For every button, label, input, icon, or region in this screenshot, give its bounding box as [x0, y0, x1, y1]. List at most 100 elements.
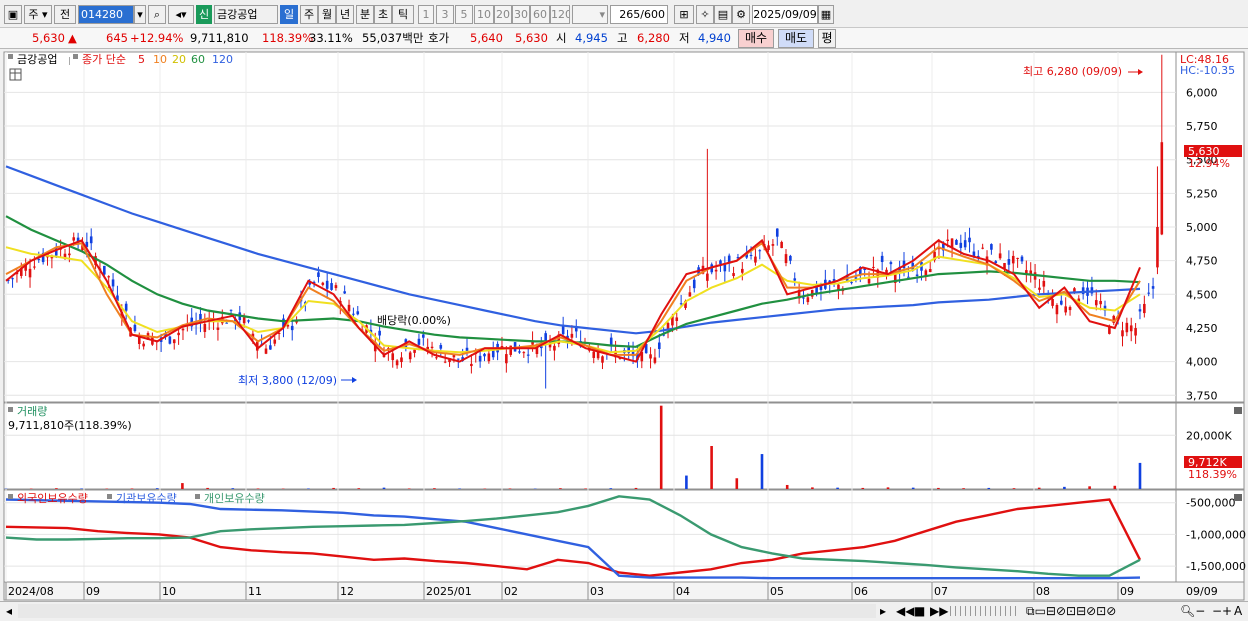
candle-body — [946, 239, 949, 242]
scroll-left-icon[interactable]: ◂ — [6, 604, 12, 618]
volume-bar — [382, 487, 386, 489]
candle-body — [780, 241, 783, 249]
legend-ma20[interactable]: 20 — [172, 53, 186, 66]
legend-ma10[interactable]: 10 — [153, 53, 167, 66]
save-icon[interactable]: ▤ — [714, 5, 732, 24]
volume-bar — [433, 488, 436, 489]
legend-stock-name[interactable]: 금강공업 — [17, 53, 57, 66]
candle-body — [435, 357, 438, 359]
chart-settings-icon[interactable]: ⊞ — [674, 5, 694, 24]
dividend-annotation: 배당락(0.00%) — [377, 314, 451, 327]
volume-close-icon[interactable] — [1234, 407, 1242, 414]
up-arrow-icon: ▲ — [68, 31, 77, 45]
period-week-button[interactable]: 주 — [300, 5, 318, 24]
period-second-button[interactable]: 초 — [374, 5, 392, 24]
period-year-button[interactable]: 년 — [336, 5, 354, 24]
minute-20-button[interactable]: 20 — [494, 5, 512, 24]
prev-button[interactable]: 전 — [54, 5, 76, 24]
minute-30-button[interactable]: 30 — [512, 5, 530, 24]
volume-bar — [130, 488, 134, 489]
legend-ma-type[interactable]: 종가 단순 — [82, 53, 126, 66]
candle-body — [321, 282, 325, 285]
institution-legend[interactable]: 기관보유수량 — [116, 492, 177, 505]
legend-ma5[interactable]: 5 — [138, 53, 145, 66]
data-count-field[interactable]: 265/600 — [610, 5, 668, 24]
candle-body — [955, 239, 958, 245]
eval-button[interactable]: 평 — [818, 29, 836, 48]
candle-body — [168, 336, 172, 344]
candle-body — [487, 353, 491, 362]
overlay-icon[interactable]: ✧ — [696, 5, 714, 24]
stock-chart[interactable]: 3,7504,0004,2504,5004,7505,0005,2505,500… — [0, 49, 1248, 601]
candle-body — [758, 250, 762, 252]
date-field[interactable]: 2025/09/09 — [752, 5, 818, 24]
minute-120-button[interactable]: 120 — [550, 5, 570, 24]
candle-body — [33, 266, 36, 268]
volume-bar — [407, 488, 411, 489]
period-minute-button[interactable]: 분 — [356, 5, 374, 24]
candle-body — [706, 273, 709, 281]
zoom-out-icon[interactable]: 🔍︎− — [1180, 604, 1205, 618]
candle-body — [269, 345, 272, 350]
custom-minute-select[interactable]: ▾ — [572, 5, 608, 24]
period-tick-button[interactable]: 틱 — [392, 5, 414, 24]
date-tick-label: 09 — [1120, 585, 1134, 598]
foreign-legend[interactable]: 외국인보유수량 — [17, 492, 88, 505]
candle-body — [553, 345, 556, 351]
individual-legend[interactable]: 개인보유수량 — [204, 492, 265, 505]
market-select[interactable]: 주 ▾ — [24, 5, 52, 24]
tool-icons[interactable]: ⧉▭⊟⊘⊡⊟⊘⊡⊘ — [1026, 604, 1116, 618]
minute-1-button[interactable]: 1 — [418, 5, 434, 24]
low-annotation: 최저 3,800 (12/09) — [238, 374, 337, 387]
period-month-button[interactable]: 월 — [318, 5, 336, 24]
candle-body — [417, 338, 421, 345]
minute-5-button[interactable]: 5 — [455, 5, 473, 24]
scroll-track[interactable] — [18, 604, 876, 618]
trade-amount: 55,037백만 — [362, 31, 424, 45]
volume-legend-marker — [8, 407, 13, 412]
minute-3-button[interactable]: 3 — [436, 5, 454, 24]
legend-ma60[interactable]: 60 — [191, 53, 205, 66]
volume-title[interactable]: 거래량 — [17, 405, 47, 418]
holdings-close-icon[interactable] — [1234, 494, 1242, 501]
legend-ma120[interactable]: 120 — [212, 53, 233, 66]
buy-button[interactable]: 매수 — [738, 29, 774, 48]
horizontal-scrollbar[interactable]: ◂ ▸ ◀◀ ■ ▶▶ ⧉▭⊟⊘⊡⊟⊘⊡⊘ 🔍︎− − + A — [0, 601, 1248, 621]
minus-icon[interactable]: − — [1212, 604, 1222, 618]
code-dropdown-icon[interactable]: ▾ — [134, 5, 146, 24]
minute-60-button[interactable]: 60 — [530, 5, 550, 24]
price-change: 645 — [106, 31, 128, 45]
stock-code-input[interactable]: 014280 — [78, 5, 134, 24]
price-change-pct: +12.94% — [130, 31, 184, 45]
zoom-slider[interactable] — [950, 606, 1020, 616]
font-size-icon[interactable]: A — [1234, 604, 1242, 618]
volume-bar — [181, 483, 184, 489]
calendar-icon[interactable]: ▦ — [818, 5, 834, 24]
scroll-right-icon[interactable]: ▸ — [880, 604, 886, 618]
candle-body — [1156, 227, 1159, 268]
price-tick-label: 4,750 — [1186, 255, 1218, 268]
candle-body — [771, 244, 775, 246]
candle-body — [518, 351, 521, 353]
forward-icon[interactable]: ▶▶ — [930, 604, 948, 618]
sell-button[interactable]: 매도 — [778, 29, 814, 48]
sound-icon[interactable]: ◂▾ — [168, 5, 194, 24]
minute-10-button[interactable]: 10 — [474, 5, 494, 24]
volume-tick-label: 20,000K — [1186, 429, 1232, 442]
gear-icon[interactable]: ⚙ — [732, 5, 750, 24]
ask-price: 5,640 — [470, 31, 503, 45]
candle-body — [1147, 292, 1151, 294]
hc-label: HC:-10.35 — [1180, 64, 1235, 77]
rewind-icon[interactable]: ◀◀ — [896, 604, 914, 618]
date-tick-label: 05 — [770, 585, 784, 598]
stop-icon[interactable]: ■ — [914, 604, 925, 618]
candle-body — [225, 322, 228, 324]
price-tick-label: 4,500 — [1186, 288, 1218, 301]
candle-body — [789, 255, 792, 261]
period-day-button[interactable]: 일 — [280, 5, 298, 24]
candle-body — [352, 313, 355, 315]
search-icon[interactable]: ⌕ — [148, 5, 166, 24]
window-menu-icon[interactable]: ▣ — [4, 5, 22, 24]
candle-body — [11, 278, 14, 280]
plus-icon[interactable]: + — [1222, 604, 1232, 618]
